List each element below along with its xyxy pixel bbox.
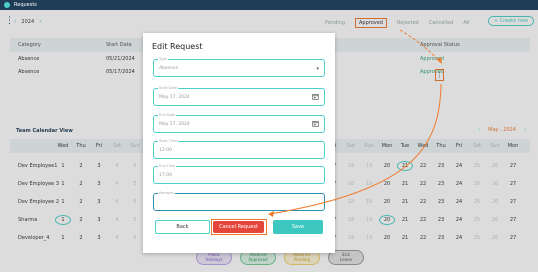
type-select[interactable]: Type Absence ▾ <box>153 57 325 77</box>
app-logo-icon <box>4 2 10 8</box>
field-value: 12:00 <box>159 148 172 153</box>
field-label: End Date <box>158 113 177 117</box>
field-value: 17:00 <box>159 173 172 178</box>
remarks-field[interactable]: Remarks <box>153 191 325 211</box>
field-value: Absence <box>159 66 179 71</box>
dialog-title: Edit Request <box>152 42 203 51</box>
start-date-field[interactable]: Start Date May 17, 2024 <box>153 86 325 106</box>
cancel-request-button[interactable]: Cancel Request <box>213 221 264 233</box>
start-time-field[interactable]: Start Time 12:00 <box>153 139 325 159</box>
save-button[interactable]: Save <box>273 220 323 234</box>
back-button[interactable]: Back <box>155 220 210 234</box>
calendar-icon[interactable] <box>312 93 319 102</box>
app-title: Requests <box>14 2 37 8</box>
field-label: Start Date <box>158 86 179 90</box>
app-topbar: Requests <box>0 0 538 10</box>
field-label: End Time <box>158 164 177 168</box>
field-value: May 17, 2024 <box>159 122 190 127</box>
field-label: Remarks <box>158 191 176 195</box>
edit-request-dialog: Edit Request Type Absence ▾ Start Date M… <box>143 33 335 253</box>
chevron-down-icon: ▾ <box>316 66 319 72</box>
calendar-icon[interactable] <box>312 120 319 129</box>
field-label: Type <box>158 57 169 61</box>
field-value: May 17, 2024 <box>159 95 190 100</box>
end-time-field[interactable]: End Time 17:00 <box>153 164 325 184</box>
cancel-request-highlight: Cancel Request <box>211 219 267 235</box>
end-date-field[interactable]: End Date May 17, 2024 <box>153 113 325 133</box>
field-label: Start Time <box>158 139 179 143</box>
